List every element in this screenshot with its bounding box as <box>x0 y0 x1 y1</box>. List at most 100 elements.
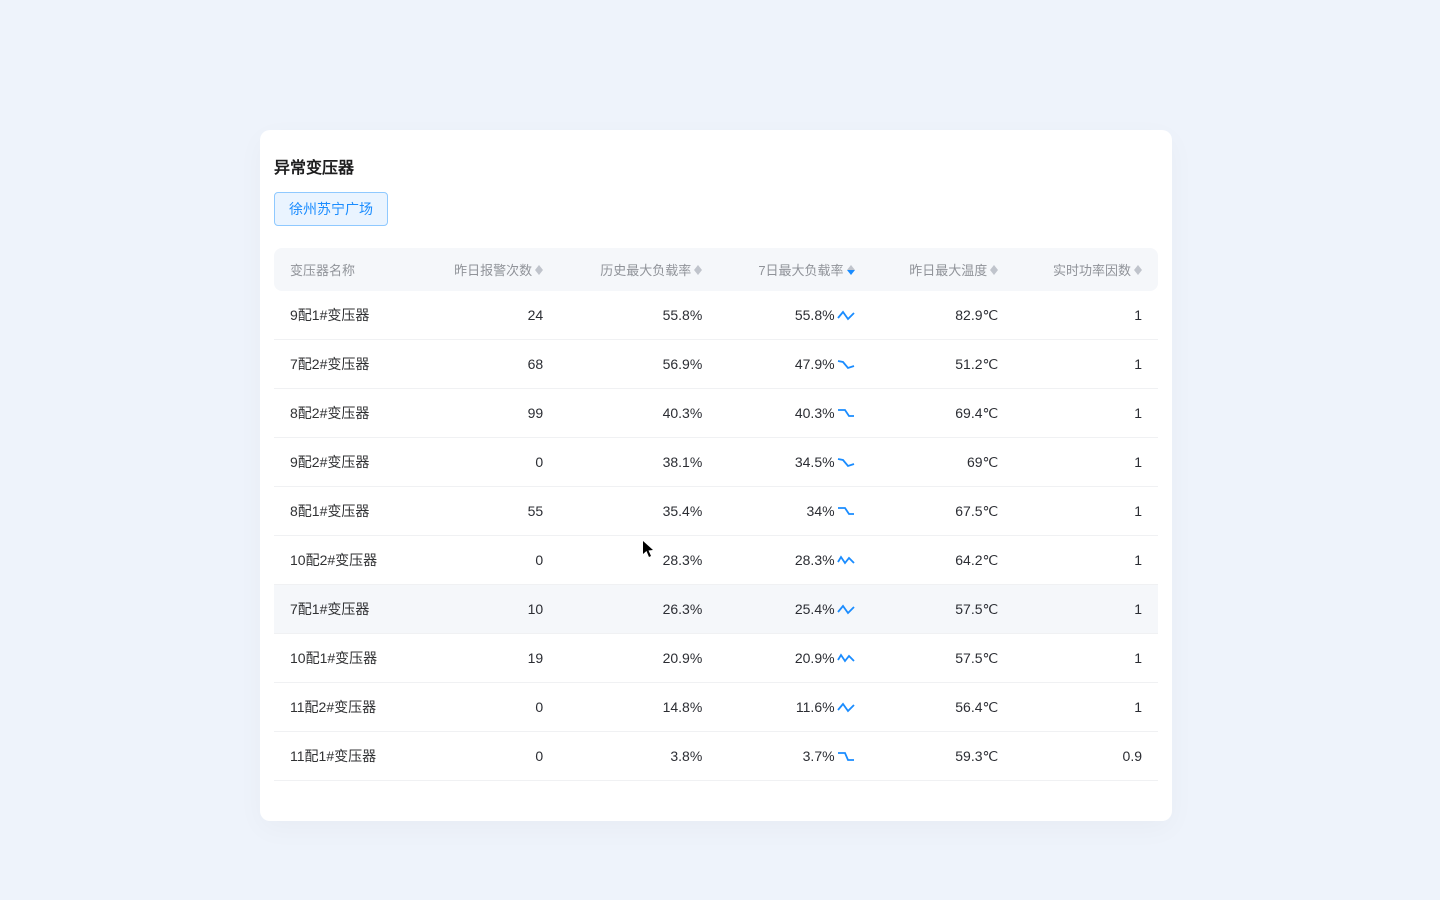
temp-cell: 59.3℃ <box>871 732 1015 781</box>
sort-icon[interactable] <box>847 265 855 275</box>
column-header[interactable]: 昨日最大温度 <box>871 248 1015 291</box>
column-header[interactable]: 实时功率因数 <box>1014 248 1158 291</box>
d7-max-value: 3.7% <box>803 748 835 764</box>
d7-max-cell: 34.5% <box>718 438 870 487</box>
d7-max-cell: 11.6% <box>718 683 870 732</box>
name-cell: 11配2#变压器 <box>274 683 415 732</box>
column-header[interactable]: 历史最大负载率 <box>559 248 718 291</box>
column-label: 历史最大负载率 <box>600 260 691 279</box>
alarms-cell: 99 <box>415 389 559 438</box>
hist-max-cell: 20.9% <box>559 634 718 683</box>
name-cell: 9配1#变压器 <box>274 291 415 340</box>
name-cell: 8配1#变压器 <box>274 487 415 536</box>
d7-max-cell: 47.9% <box>718 340 870 389</box>
pf-cell: 1 <box>1014 536 1158 585</box>
table-row[interactable]: 7配2#变压器6856.9%47.9%51.2℃1 <box>274 340 1158 389</box>
name-cell: 11配1#变压器 <box>274 732 415 781</box>
table-row[interactable]: 9配1#变压器2455.8%55.8%82.9℃1 <box>274 291 1158 340</box>
table-row[interactable]: 9配2#变压器038.1% 34.5% 69℃1 <box>274 438 1158 487</box>
table-row[interactable]: 10配1#变压器1920.9%20.9%57.5℃1 <box>274 634 1158 683</box>
temp-cell: 69.4℃ <box>871 389 1015 438</box>
temp-cell: 56.4℃ <box>871 683 1015 732</box>
temp-cell: 69℃ <box>871 438 1015 487</box>
name-cell: 9配2#变压器 <box>274 438 415 487</box>
transformer-table: 变压器名称 昨日报警次数 历史最大负载率 7日最大负载率 昨日最大温度 实时功率因数 9配… <box>274 248 1158 781</box>
table-row[interactable]: 8配2#变压器9940.3%40.3%69.4℃1 <box>274 389 1158 438</box>
alarms-cell: 0 <box>415 683 559 732</box>
d7-max-cell: 40.3% <box>718 389 870 438</box>
name-cell: 7配2#变压器 <box>274 340 415 389</box>
pf-cell: 1 <box>1014 438 1158 487</box>
pf-cell: 1 <box>1014 291 1158 340</box>
sparkline-icon <box>837 554 855 566</box>
pf-cell: 1 <box>1014 389 1158 438</box>
d7-max-cell: 55.8% <box>718 291 870 340</box>
sort-icon[interactable] <box>535 265 543 275</box>
hist-max-cell: 40.3% <box>559 389 718 438</box>
d7-max-value: 20.9% <box>795 650 835 666</box>
sparkline-icon <box>837 358 855 370</box>
sparkline-icon <box>837 603 855 615</box>
column-header[interactable]: 昨日报警次数 <box>415 248 559 291</box>
name-cell: 7配1#变压器 <box>274 585 415 634</box>
column-label: 昨日报警次数 <box>454 260 532 279</box>
table-row[interactable]: 8配1#变压器5535.4%34%67.5℃1 <box>274 487 1158 536</box>
d7-max-value: 34% <box>807 503 835 519</box>
hist-max-cell: 35.4% <box>559 487 718 536</box>
alarms-cell: 24 <box>415 291 559 340</box>
d7-max-value: 25.4% <box>795 601 835 617</box>
temp-cell: 82.9℃ <box>871 291 1015 340</box>
alarms-cell: 0 <box>415 536 559 585</box>
d7-max-value: 28.3% <box>795 552 835 568</box>
hist-max-cell: 56.9% <box>559 340 718 389</box>
sort-icon[interactable] <box>1134 265 1142 275</box>
location-tag[interactable]: 徐州苏宁广场 <box>274 192 388 226</box>
name-cell: 8配2#变压器 <box>274 389 415 438</box>
d7-max-cell: 25.4% <box>718 585 870 634</box>
column-label: 7日最大负载率 <box>758 260 843 279</box>
alarms-cell: 0 <box>415 438 559 487</box>
sort-icon[interactable] <box>990 265 998 275</box>
temp-cell: 67.5℃ <box>871 487 1015 536</box>
pf-cell: 1 <box>1014 585 1158 634</box>
sparkline-icon <box>837 505 855 517</box>
temp-cell: 64.2℃ <box>871 536 1015 585</box>
sparkline-icon <box>837 456 855 468</box>
pf-cell: 0.9 <box>1014 732 1158 781</box>
sparkline-icon <box>837 701 855 713</box>
card-title: 异常变压器 <box>260 130 1172 192</box>
table-row[interactable]: 11配1#变压器03.8%3.7%59.3℃0.9 <box>274 732 1158 781</box>
sparkline-icon <box>837 750 855 762</box>
table-row[interactable]: 11配2#变压器014.8% 11.6% 56.4℃1 <box>274 683 1158 732</box>
d7-max-value: 11.6% <box>796 699 835 715</box>
alarms-cell: 68 <box>415 340 559 389</box>
hist-max-cell: 28.3% <box>559 536 718 585</box>
hist-max-cell: 55.8% <box>559 291 718 340</box>
column-header[interactable]: 7日最大负载率 <box>718 248 870 291</box>
pf-cell: 1 <box>1014 340 1158 389</box>
d7-max-cell: 3.7% <box>718 732 870 781</box>
column-label: 昨日最大温度 <box>909 260 987 279</box>
d7-max-value: 47.9% <box>795 356 835 372</box>
hist-max-cell: 14.8% <box>559 683 718 732</box>
hist-max-cell: 26.3% <box>559 585 718 634</box>
sparkline-icon <box>837 652 855 664</box>
table-row[interactable]: 7配1#变压器1026.3%25.4%57.5℃1 <box>274 585 1158 634</box>
pf-cell: 1 <box>1014 634 1158 683</box>
name-cell: 10配2#变压器 <box>274 536 415 585</box>
column-label: 实时功率因数 <box>1053 260 1131 279</box>
hist-max-cell: 38.1% <box>559 438 718 487</box>
sort-icon[interactable] <box>694 265 702 275</box>
column-label: 变压器名称 <box>290 260 355 279</box>
abnormal-transformer-card: 异常变压器 徐州苏宁广场 变压器名称 昨日报警次数 历史最大负载率 7日最大负载率 昨日… <box>260 130 1172 821</box>
sparkline-icon <box>837 309 855 321</box>
table-row[interactable]: 10配2#变压器028.3%28.3%64.2℃1 <box>274 536 1158 585</box>
d7-max-value: 40.3% <box>795 405 835 421</box>
pf-cell: 1 <box>1014 683 1158 732</box>
sparkline-icon <box>837 407 855 419</box>
pf-cell: 1 <box>1014 487 1158 536</box>
d7-max-cell: 34% <box>718 487 870 536</box>
alarms-cell: 19 <box>415 634 559 683</box>
d7-max-value: 34.5% <box>795 454 835 470</box>
d7-max-cell: 20.9% <box>718 634 870 683</box>
